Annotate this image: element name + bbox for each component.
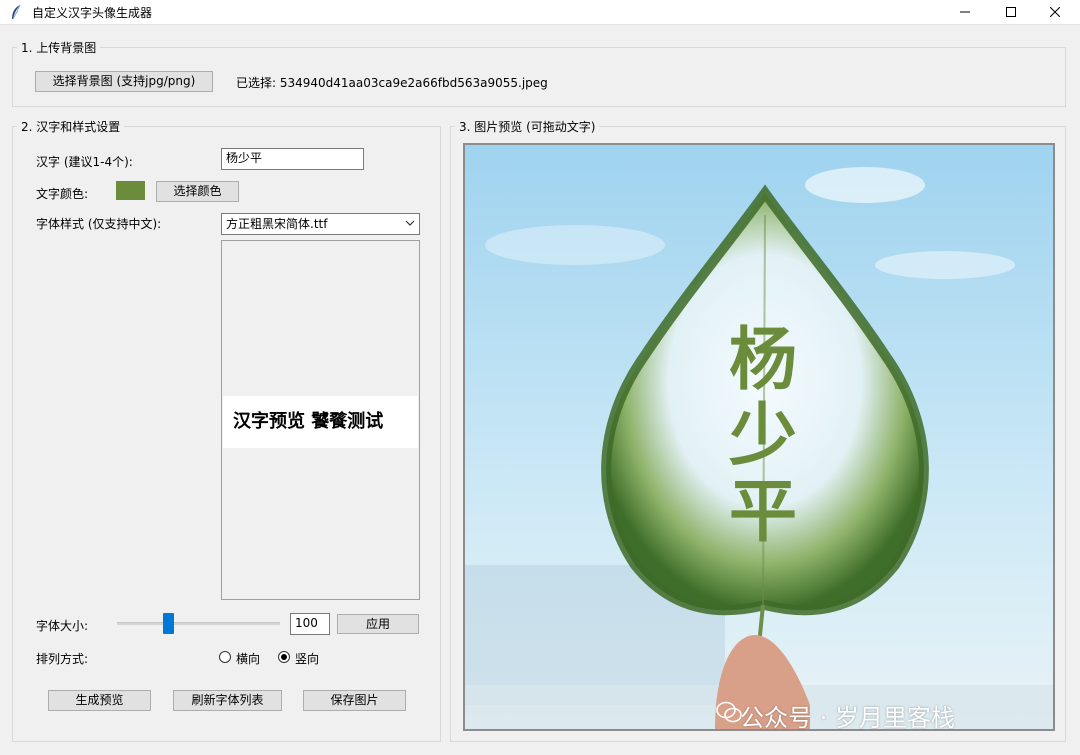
layout-horizontal-label[interactable]: 横向 <box>236 650 260 667</box>
settings-section-label: 2. 汉字和样式设置 <box>17 118 125 135</box>
save-image-button[interactable]: 保存图片 <box>303 690 406 711</box>
size-slider-track[interactable] <box>117 622 280 625</box>
wechat-icon <box>716 701 742 723</box>
preview-section-label: 3. 图片预览 (可拖动文字) <box>455 118 600 135</box>
upload-section-label: 1. 上传背景图 <box>17 39 101 56</box>
color-swatch <box>116 181 145 200</box>
layout-horizontal-radio[interactable] <box>219 651 231 663</box>
layout-label: 排列方式: <box>36 652 89 666</box>
generate-preview-button[interactable]: 生成预览 <box>48 690 151 711</box>
select-background-button[interactable]: 选择背景图 (支持jpg/png) <box>35 71 213 92</box>
color-label: 文字颜色: <box>36 187 89 201</box>
apply-button[interactable]: 应用 <box>337 614 419 634</box>
preview-image[interactable]: 杨 少 平 <box>463 143 1055 731</box>
maximize-icon <box>1006 7 1016 17</box>
preview-char-1[interactable]: 杨 <box>723 323 803 399</box>
minimize-icon <box>960 11 970 13</box>
font-preview-canvas: 汉字预览 饕餮测试 <box>221 240 420 600</box>
chevron-down-icon <box>405 220 415 226</box>
font-select[interactable]: 方正粗黑宋简体.ttf <box>221 213 420 235</box>
refresh-fonts-button[interactable]: 刷新字体列表 <box>173 690 282 711</box>
size-input[interactable]: 100 <box>290 613 330 635</box>
watermark-text: 公众号 · 岁月里客栈 <box>740 704 955 732</box>
minimize-button[interactable] <box>942 0 988 24</box>
font-label: 字体样式 (仅支持中文): <box>36 217 162 231</box>
size-label: 字体大小: <box>36 619 89 633</box>
title-bar: 自定义汉字头像生成器 <box>0 0 1080 25</box>
feather-icon <box>12 4 21 20</box>
window-title: 自定义汉字头像生成器 <box>32 6 153 20</box>
close-button[interactable] <box>1032 0 1078 24</box>
preview-char-2[interactable]: 少 <box>723 399 803 475</box>
preview-vertical-text[interactable]: 杨 少 平 <box>723 323 803 551</box>
chars-input[interactable]: 杨少平 <box>221 148 364 170</box>
selected-file-text: 已选择: 534940d41aa03ca9e2a66fbd563a9055.jp… <box>236 76 548 90</box>
choose-color-button[interactable]: 选择颜色 <box>156 181 239 202</box>
close-icon <box>1050 7 1060 17</box>
layout-vertical-label[interactable]: 竖向 <box>295 650 319 667</box>
maximize-button[interactable] <box>988 0 1034 24</box>
chars-label: 汉字 (建议1-4个): <box>36 155 133 169</box>
layout-vertical-radio[interactable] <box>278 651 290 663</box>
size-slider-thumb[interactable] <box>162 613 174 634</box>
font-preview-text: 汉字预览 饕餮测试 <box>223 396 418 448</box>
font-select-value: 方正粗黑宋简体.ttf <box>226 217 328 231</box>
preview-char-3[interactable]: 平 <box>723 475 803 551</box>
